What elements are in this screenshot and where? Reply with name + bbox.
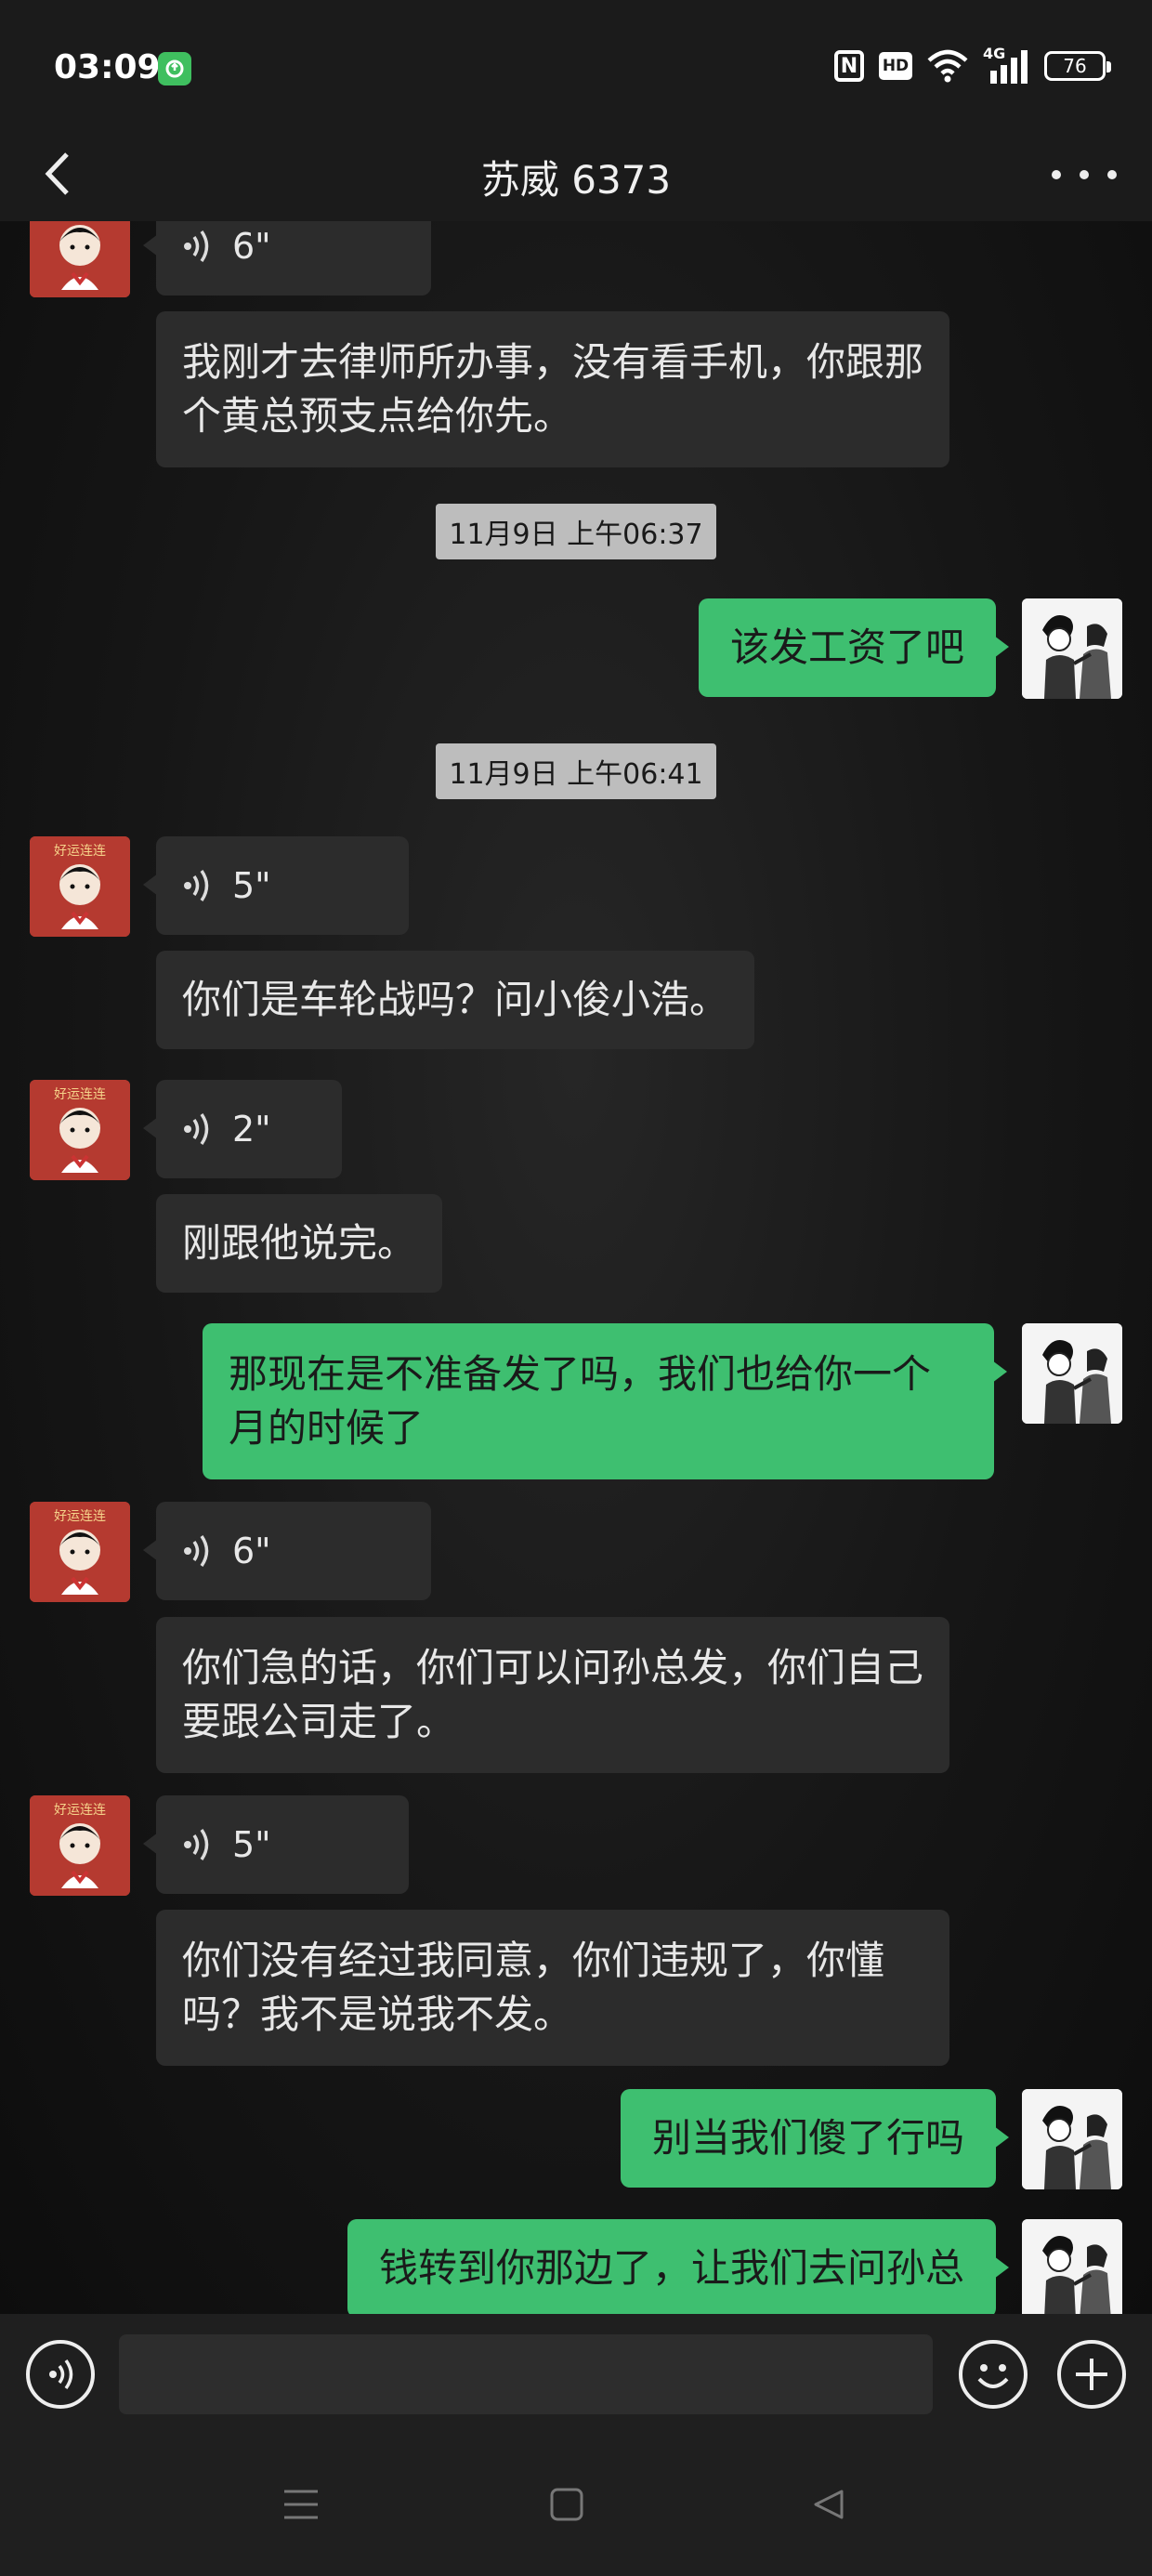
my-avatar[interactable]: [1022, 598, 1122, 699]
text-message[interactable]: 你们没有经过我同意，你们违规了，你懂吗？我不是说我不发。: [156, 1910, 949, 2066]
more-dot-icon: [1107, 170, 1117, 179]
avatar-caption: 好运连连: [54, 844, 106, 859]
status-icons: N HD 4G 76: [834, 45, 1111, 84]
message-text: 你们没有经过我同意，你们违规了，你懂吗？我不是说我不发。: [182, 1938, 885, 2037]
nav-home-button[interactable]: [541, 2481, 593, 2528]
nfc-icon: N: [834, 50, 864, 82]
avatar-caption: 好运连连: [54, 1803, 106, 1818]
contact-avatar[interactable]: 好运连连: [30, 1080, 130, 1180]
message-text: 我刚才去律师所办事，没有看手机，你跟那个黄总预支点给你先。: [182, 339, 924, 439]
timestamp-text: 11月9日 上午06:37: [436, 504, 716, 559]
emoji-button[interactable]: [959, 2340, 1028, 2409]
voice-duration: 5": [232, 1824, 271, 1865]
voice-message[interactable]: 2": [143, 1080, 342, 1178]
avatar-caption: 好运连连: [54, 1509, 106, 1524]
message-input[interactable]: [119, 2334, 933, 2414]
more-dot-icon: [1052, 170, 1061, 179]
voice-duration: 2": [232, 1109, 271, 1150]
signal-4g-icon: 4G: [983, 45, 1029, 84]
contact-avatar[interactable]: 好运连连: [30, 1795, 130, 1896]
chat-header: 苏威 6373: [0, 130, 1152, 221]
message-text: 你们急的话，你们可以问孙总发，你们自己要跟公司走了。: [182, 1645, 924, 1744]
text-message[interactable]: 你们急的话，你们可以问孙总发，你们自己要跟公司走了。: [156, 1617, 949, 1773]
voice-message[interactable]: 6": [143, 221, 431, 296]
voice-duration: 6": [232, 226, 271, 267]
voice-wave-icon: [184, 870, 209, 901]
message-text: 刚跟他说完。: [182, 1220, 417, 1266]
more-dot-icon: [1080, 170, 1089, 179]
app-notification-icon: [158, 52, 191, 85]
text-message[interactable]: 我刚才去律师所办事，没有看手机，你跟那个黄总预支点给你先。: [156, 311, 949, 467]
plus-icon: [1076, 2359, 1107, 2390]
menu-icon: [284, 2490, 318, 2519]
message-text: 钱转到你那边了，让我们去问孙总: [378, 2245, 964, 2291]
voice-wave-icon: [184, 1535, 209, 1567]
voice-wave-icon: [184, 1829, 209, 1860]
voice-input-toggle[interactable]: [26, 2340, 95, 2409]
timestamp: 11月9日 上午06:41: [0, 743, 1152, 799]
smiley-icon: [977, 2364, 1009, 2388]
voice-duration: 5": [232, 865, 271, 906]
text-message[interactable]: 刚跟他说完。: [156, 1194, 443, 1293]
my-avatar[interactable]: [1022, 2219, 1122, 2314]
text-message[interactable]: 该发工资了吧: [698, 598, 1010, 697]
avatar-caption: 好运连连: [54, 1087, 106, 1102]
wifi-icon: [927, 49, 968, 83]
nav-menu-button[interactable]: [275, 2481, 327, 2528]
text-message[interactable]: 钱转到你那边了，让我们去问孙总: [347, 2219, 1010, 2314]
system-navigation-bar: [0, 2435, 1152, 2576]
voice-message[interactable]: 6": [143, 1502, 431, 1600]
battery-indicator: 76: [1044, 51, 1111, 81]
chat-title: 苏威 6373: [480, 157, 672, 203]
message-text: 你们是车轮战吗？问小俊小浩。: [182, 977, 729, 1022]
text-message[interactable]: 你们是车轮战吗？问小俊小浩。: [156, 951, 755, 1049]
voice-wave-icon: [184, 230, 209, 262]
my-avatar[interactable]: [1022, 2089, 1122, 2189]
voice-message[interactable]: 5": [143, 1795, 409, 1894]
more-functions-button[interactable]: [1057, 2340, 1126, 2409]
message-text: 那现在是不准备发了吗，我们也给你一个月的时候了: [229, 1351, 932, 1451]
message-text: 该发工资了吧: [729, 624, 964, 670]
more-options-button[interactable]: [1052, 156, 1117, 193]
text-message[interactable]: 别当我们傻了行吗: [620, 2089, 1010, 2188]
voice-message[interactable]: 5": [143, 836, 409, 935]
timestamp: 11月9日 上午06:37: [0, 504, 1152, 559]
input-bar: [0, 2314, 1152, 2435]
nav-back-button[interactable]: [803, 2481, 855, 2528]
hd-icon: HD: [879, 52, 912, 80]
message-text: 别当我们傻了行吗: [651, 2115, 964, 2161]
status-bar: 03:09 N HD 4G 76: [0, 0, 1152, 130]
home-square-icon: [550, 2488, 583, 2521]
contact-avatar[interactable]: 好运连连: [30, 1502, 130, 1602]
contact-avatar[interactable]: 好运连连: [30, 836, 130, 937]
voice-wave-icon: [184, 1113, 209, 1145]
chat-message-list[interactable]: 好运连连 6" 我刚才去律师所办事，没有看手机，你跟那个黄总预支点给你先。 11…: [0, 221, 1152, 2314]
back-triangle-icon: [814, 2490, 844, 2519]
text-message[interactable]: 那现在是不准备发了吗，我们也给你一个月的时候了: [203, 1323, 1007, 1479]
timestamp-text: 11月9日 上午06:41: [436, 743, 716, 799]
voice-icon: [49, 2359, 73, 2390]
status-time: 03:09: [54, 48, 161, 86]
my-avatar[interactable]: [1022, 1323, 1122, 1424]
contact-avatar[interactable]: 好运连连: [30, 221, 130, 297]
voice-duration: 6": [232, 1531, 271, 1571]
